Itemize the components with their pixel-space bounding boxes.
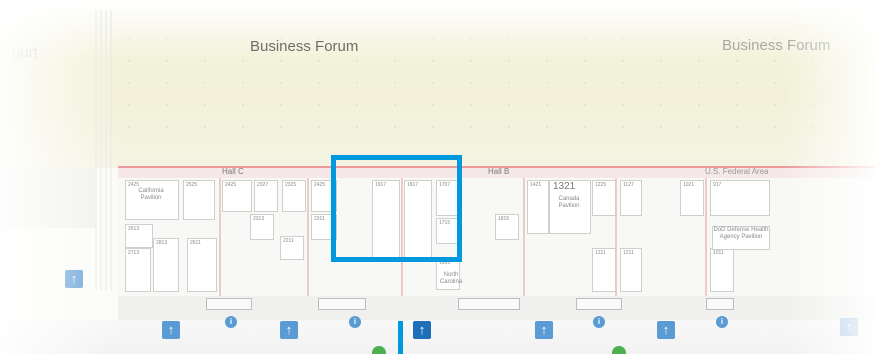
arrow-up-icon[interactable]: ↑ [280,321,298,339]
info-icon[interactable]: i [716,316,728,328]
booth-number: 2327 [257,182,269,188]
booth[interactable]: 1225 [592,180,616,216]
booth-number: 1021 [683,182,695,188]
booth-number: 2425 [314,182,326,188]
booth[interactable]: 1311 [592,248,616,292]
booth-number: 1211 [623,250,634,256]
booth[interactable]: 2211 [280,236,304,260]
booth[interactable]: 1127 [620,180,642,216]
selected-booth-highlight[interactable] [331,155,462,262]
business-forum-label-left: Business Forum [250,38,359,55]
aisle [219,178,221,296]
green-marker-icon[interactable] [612,346,626,354]
booth-number: 1815 [498,216,510,222]
location-pointer [398,321,403,354]
booth[interactable]: 2713 [125,248,151,292]
info-icon[interactable]: i [593,316,605,328]
booth[interactable]: 1011 [710,248,734,292]
arrow-up-icon[interactable]: ↑ [413,321,431,339]
arrow-up-icon[interactable]: ↑ [657,321,675,339]
left-fade [0,0,120,354]
sign [706,298,734,310]
sign [206,298,252,310]
booth-number: 1311 [595,250,606,256]
dod-pavilion-label[interactable]: DoD Defense Health Agency Pavilion [712,226,770,250]
booth-number: 2813 [156,240,168,246]
california-pavilion-label: California Pavilion [138,188,164,201]
aisle [307,178,309,296]
booth-number: 2313 [253,216,265,222]
lower-concourse [0,320,875,354]
aisle [705,178,707,296]
booth[interactable]: 1021 [680,180,704,216]
north-carolina-label: North Carolina [439,272,463,285]
booth-number: 2713 [128,250,140,256]
booth-number: 2211 [283,238,294,244]
sign [458,298,520,310]
booth-number: 1011 [713,250,724,256]
booth-number: 2611 [190,240,201,246]
info-icon[interactable]: i [225,316,237,328]
booth[interactable]: 1421 [527,180,549,234]
booth[interactable]: 2525 [183,180,215,220]
booth-number: 1127 [623,182,634,188]
booth[interactable]: 1815 [495,214,519,240]
hall-c-label: Hall C [222,167,244,176]
booth[interactable]: 1211 [620,248,642,292]
booth-number: 917 [713,182,722,188]
sign [318,298,366,310]
booth[interactable]: 2813 [153,238,179,292]
floor-map[interactable]: ourt Business Forum Business Forum Hall … [0,0,875,354]
booth[interactable]: 2611 [187,238,217,292]
sign [576,298,622,310]
green-marker-icon[interactable] [372,346,386,354]
booth[interactable]: 2425 [222,180,252,212]
aisle [523,178,525,296]
booth-number: 1421 [530,182,542,188]
booth[interactable]: 2327 [254,180,278,212]
booth-number: 2325 [285,182,297,188]
arrow-up-icon[interactable]: ↑ [162,321,180,339]
booth-number: 2525 [186,182,198,188]
booth-number: 2613 [128,226,140,232]
canada-pavilion-label: Canada Pavilion [558,196,580,209]
right-fade [785,0,875,354]
booth-number: 2311 [314,216,325,222]
booth[interactable]: 2313 [250,214,274,240]
us-federal-area-label: U.S. Federal Area [705,167,769,176]
booth[interactable]: 2613 [125,224,153,248]
booth-number: 1321 [553,181,576,192]
info-icon[interactable]: i [349,316,361,328]
hall-b-label: Hall B [488,167,510,176]
booth[interactable]: 917 [710,180,770,216]
booth-number: 1225 [595,182,607,188]
booth[interactable]: 2325 [282,180,306,212]
arrow-up-icon[interactable]: ↑ [535,321,553,339]
booth-number: 2425 [225,182,237,188]
